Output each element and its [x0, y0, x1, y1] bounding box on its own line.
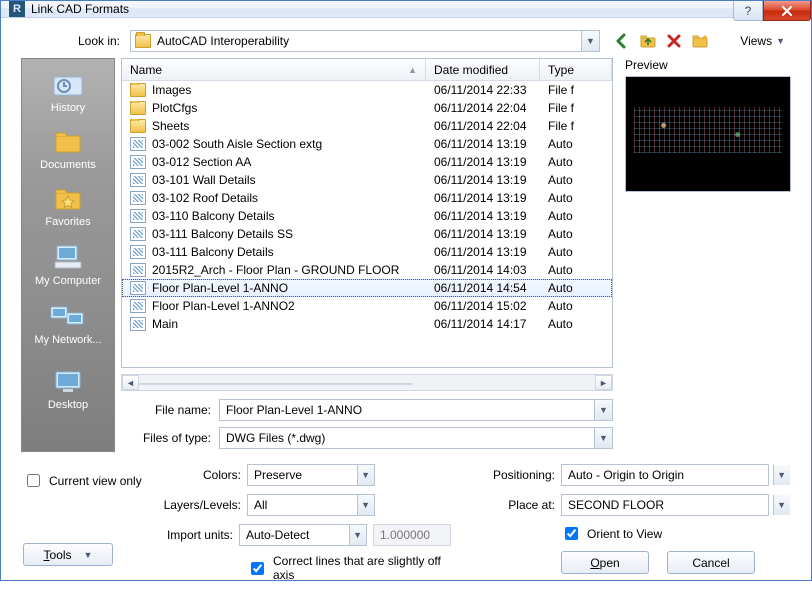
file-row[interactable]: 03-111 Balcony Details06/11/2014 13:19Au…: [122, 243, 612, 261]
file-list[interactable]: Name ▲ Date modified Type Images06/11/20…: [121, 58, 613, 368]
filename-label: File name:: [121, 403, 213, 417]
orient-to-view-checkbox[interactable]: Orient to View: [561, 524, 662, 543]
chevron-down-icon: ▼: [586, 36, 595, 46]
tools-menu-button[interactable]: Tools ▼: [23, 543, 113, 566]
file-row[interactable]: 03-002 South Aisle Section extg06/11/201…: [122, 135, 612, 153]
lookin-label: Look in:: [21, 34, 124, 48]
close-button[interactable]: [763, 1, 811, 21]
file-row[interactable]: 03-110 Balcony Details06/11/2014 13:19Au…: [122, 207, 612, 225]
chevron-down-icon: ▼: [599, 433, 608, 443]
column-type[interactable]: Type: [540, 59, 612, 80]
window-title: Link CAD Formats: [31, 2, 129, 16]
dwg-file-icon: [130, 137, 146, 151]
file-row[interactable]: 2015R2_Arch - Floor Plan - GROUND FLOOR0…: [122, 261, 612, 279]
new-folder-icon[interactable]: [690, 31, 710, 51]
place-mycomputer[interactable]: My Computer: [26, 238, 110, 295]
dwg-file-icon: [130, 155, 146, 169]
dwg-file-icon: [130, 245, 146, 259]
scroll-thumb[interactable]: [139, 383, 413, 385]
current-view-only-input[interactable]: [27, 474, 40, 487]
file-row[interactable]: 03-101 Wall Details06/11/2014 13:19Auto: [122, 171, 612, 189]
filetype-label: Files of type:: [121, 431, 213, 445]
column-date[interactable]: Date modified: [426, 59, 540, 80]
chevron-down-icon: ▼: [599, 405, 608, 415]
dwg-file-icon: [130, 173, 146, 187]
places-bar: History Documents Favorites My Computer …: [21, 58, 115, 452]
cancel-button[interactable]: Cancel: [667, 551, 755, 574]
current-view-only-checkbox[interactable]: Current view only: [23, 471, 142, 490]
file-rows: Images06/11/2014 22:33File fPlotCfgs06/1…: [122, 81, 612, 367]
delete-icon[interactable]: [664, 31, 684, 51]
placeat-combo[interactable]: SECOND FLOOR ▼: [561, 494, 791, 516]
chevron-down-icon: ▼: [84, 550, 93, 560]
titlebar: R Link CAD Formats ?: [1, 1, 811, 18]
views-label: Views: [740, 34, 772, 48]
dialog-window: R Link CAD Formats ? Look in: AutoCAD In…: [0, 0, 812, 581]
up-folder-icon[interactable]: [638, 31, 658, 51]
dwg-file-icon: [130, 263, 146, 277]
place-favorites[interactable]: Favorites: [26, 181, 110, 236]
dwg-file-icon: [130, 317, 146, 331]
app-icon: R: [9, 1, 25, 17]
placeat-label: Place at:: [475, 498, 555, 512]
units-label: Import units:: [161, 528, 233, 542]
file-row[interactable]: Sheets06/11/2014 22:04File f: [122, 117, 612, 135]
preview-thumbnail: [625, 76, 791, 192]
colors-combo[interactable]: Preserve ▼: [247, 464, 375, 486]
units-combo[interactable]: Auto-Detect ▼: [239, 524, 367, 546]
filetype-combo[interactable]: DWG Files (*.dwg) ▼: [219, 427, 613, 449]
chevron-down-icon: ▼: [776, 36, 785, 46]
layers-combo[interactable]: All ▼: [247, 494, 375, 516]
file-row[interactable]: Floor Plan-Level 1-ANNO206/11/2014 15:02…: [122, 297, 612, 315]
views-menu[interactable]: Views ▼: [734, 32, 791, 50]
preview-label: Preview: [625, 58, 791, 72]
file-row[interactable]: 03-111 Balcony Details SS06/11/2014 13:1…: [122, 225, 612, 243]
folder-icon: [135, 34, 151, 48]
units-factor: [373, 524, 451, 546]
file-list-header: Name ▲ Date modified Type: [122, 59, 612, 81]
file-row[interactable]: Floor Plan-Level 1-ANNO06/11/2014 14:54A…: [122, 279, 612, 297]
lookin-value: AutoCAD Interoperability: [157, 34, 289, 48]
horizontal-scrollbar[interactable]: ◄ ►: [121, 374, 613, 391]
scroll-left-icon[interactable]: ◄: [122, 375, 139, 390]
file-row[interactable]: PlotCfgs06/11/2014 22:04File f: [122, 99, 612, 117]
folder-icon: [130, 101, 146, 115]
place-network[interactable]: My Network...: [26, 297, 110, 354]
folder-icon: [130, 83, 146, 97]
dwg-file-icon: [130, 209, 146, 223]
file-row[interactable]: 03-012 Section AA06/11/2014 13:19Auto: [122, 153, 612, 171]
layers-label: Layers/Levels:: [161, 498, 241, 512]
sort-icon: ▲: [408, 65, 417, 75]
positioning-label: Positioning:: [475, 468, 555, 482]
scroll-right-icon[interactable]: ►: [595, 375, 612, 390]
dwg-file-icon: [130, 191, 146, 205]
dwg-file-icon: [130, 227, 146, 241]
dwg-file-icon: [130, 299, 146, 313]
folder-icon: [130, 119, 146, 133]
file-row[interactable]: 03-102 Roof Details06/11/2014 13:19Auto: [122, 189, 612, 207]
open-button[interactable]: Open: [561, 551, 649, 574]
place-desktop[interactable]: Desktop: [26, 364, 110, 419]
place-history[interactable]: History: [26, 67, 110, 122]
dwg-file-icon: [130, 281, 146, 295]
positioning-combo[interactable]: Auto - Origin to Origin ▼: [561, 464, 791, 486]
file-row[interactable]: Images06/11/2014 22:33File f: [122, 81, 612, 99]
file-row[interactable]: Main06/11/2014 14:17Auto: [122, 315, 612, 333]
filename-input[interactable]: Floor Plan-Level 1-ANNO ▼: [219, 399, 613, 421]
lookin-combo[interactable]: AutoCAD Interoperability ▼: [130, 30, 600, 52]
help-button[interactable]: ?: [733, 1, 763, 21]
correct-lines-checkbox[interactable]: Correct lines that are slightly off axis: [247, 554, 451, 582]
column-name[interactable]: Name ▲: [122, 59, 426, 80]
place-documents[interactable]: Documents: [26, 124, 110, 179]
back-icon[interactable]: [612, 31, 632, 51]
colors-label: Colors:: [161, 468, 241, 482]
